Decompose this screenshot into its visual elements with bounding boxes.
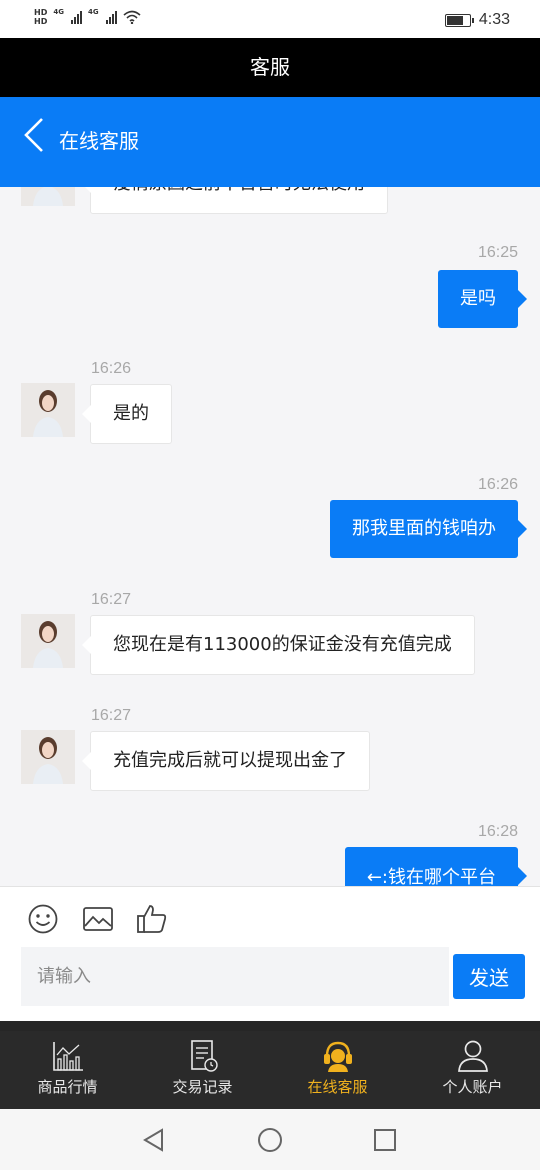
message-time: 16:27 [91,591,132,608]
agent-avatar [21,730,75,784]
tab-label: 交易记录 [172,1078,233,1096]
signal-icon-2 [105,10,117,24]
message-bubble-right: 是吗 [438,270,527,328]
send-button[interactable]: 发送 [453,954,525,999]
message-time: 16:25 [477,244,518,261]
hd-label-1: HD [34,8,48,17]
agent-avatar [21,187,75,206]
message-time: 16:26 [91,360,132,377]
bottom-tab-bar: 商品行情 交易记录 在线客服 个人账户 [0,1021,540,1109]
status-left: HD HD 4G 4G [34,8,141,26]
thumbs-up-icon[interactable] [136,903,168,935]
message-bubble-left: 充值完成后就可以提现出金了 [82,731,370,791]
image-icon[interactable] [82,903,114,935]
network-type-2: 4G [87,8,99,16]
chevron-left-icon[interactable] [22,117,46,153]
status-bar: HD HD 4G 4G 4:33 [0,0,540,38]
app-title-bar: 客服 [0,38,540,97]
message-time: 16:27 [91,707,132,724]
header-title: 在线客服 [59,129,139,153]
home-circle-icon[interactable] [256,1126,284,1154]
tab-label: 商品行情 [37,1078,98,1096]
document-clock-icon [190,1040,218,1072]
message-input[interactable] [21,947,449,1006]
tab-label: 个人账户 [442,1078,503,1096]
headset-icon [323,1041,352,1072]
status-right: 4:33 [444,11,510,29]
hd-indicator: HD HD [34,8,47,26]
tab-label: 在线客服 [307,1078,368,1096]
system-nav-bar [0,1109,540,1170]
app-title: 客服 [250,55,290,79]
battery-fill [446,15,463,25]
message-time: 16:28 [477,823,518,840]
message-bubble-right: ←:钱在哪个平台 [344,847,528,886]
message-bubble-left: 疫情原因之前平台暂时无法使用 [82,187,388,214]
chart-icon [52,1042,83,1071]
message-composer: 发送 [0,886,540,1021]
user-icon [457,1040,488,1072]
chat-header: 在线客服 [0,97,540,187]
network-type-1: 4G [53,8,64,16]
wifi-icon [123,10,141,24]
battery-icon [444,13,474,27]
message-bubble-right: 那我里面的钱咱办 [330,500,527,558]
recents-square-icon[interactable] [371,1126,399,1154]
status-time: 4:33 [478,11,510,28]
message-bubble-left: 您现在是有113000的保证金没有充值完成 [82,615,475,675]
hd-label-2: HD [34,17,48,26]
emoji-icon[interactable] [27,903,59,935]
message-bubble-left: 是的 [82,384,172,444]
message-time: 16:26 [477,476,518,493]
agent-avatar [21,383,75,437]
chat-messages[interactable]: 疫情原因之前平台暂时无法使用 16:25 是吗 16:26 是的 16:26 那… [0,187,540,886]
tab-customer-service[interactable]: 在线客服 [270,1031,405,1109]
tab-market[interactable]: 商品行情 [0,1031,135,1109]
tab-personal-account[interactable]: 个人账户 [405,1031,540,1109]
tab-trade-records[interactable]: 交易记录 [135,1031,270,1109]
signal-icon [70,10,82,24]
agent-avatar [21,614,75,668]
back-triangle-icon[interactable] [140,1126,168,1154]
